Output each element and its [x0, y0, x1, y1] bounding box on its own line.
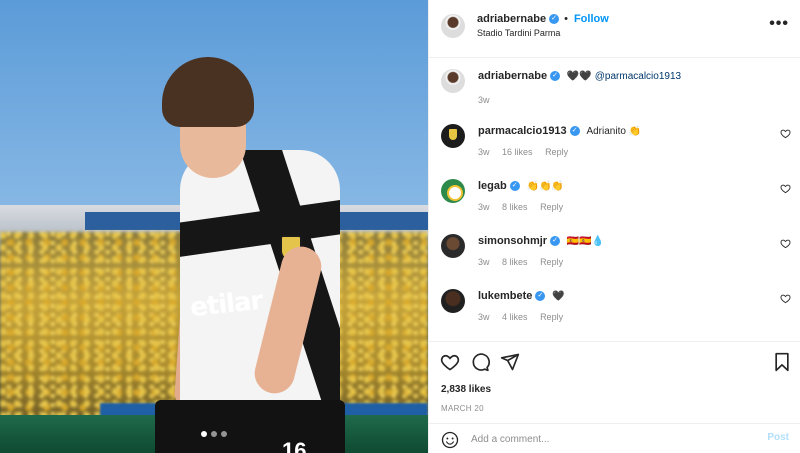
- caption-line: adriabernabe ✓ 🖤🖤 @parmacalcio1913: [478, 70, 681, 82]
- location-link[interactable]: Stadio Tardini Parma: [477, 28, 560, 38]
- caption: adriabernabe ✓ 🖤🖤 @parmacalcio1913 3w: [429, 58, 800, 110]
- avatar[interactable]: [441, 234, 465, 258]
- caption-mention[interactable]: @parmacalcio1913: [595, 71, 681, 82]
- verified-badge-icon: ✓: [550, 71, 561, 82]
- heart-icon[interactable]: [440, 352, 460, 372]
- comment-line: parmacalcio1913 ✓ Adrianito 👏: [478, 125, 641, 137]
- header-separator: •: [564, 13, 568, 25]
- follow-button[interactable]: Follow: [574, 13, 609, 25]
- comment-text: 🖤: [552, 291, 565, 302]
- avatar[interactable]: [441, 14, 465, 38]
- comment-time[interactable]: 3w: [478, 147, 490, 157]
- player-hair: [162, 57, 254, 127]
- comment-text: 🇪🇸🇪🇸💧: [566, 236, 605, 247]
- reply-button[interactable]: Reply: [545, 147, 568, 157]
- reply-button[interactable]: Reply: [540, 312, 563, 322]
- carousel-dot-3[interactable]: [221, 431, 227, 437]
- caption-time[interactable]: 3w: [478, 95, 490, 105]
- shorts-number: 16: [282, 438, 307, 453]
- post-date: MARCH 20: [441, 404, 484, 413]
- comment-username[interactable]: parmacalcio1913: [478, 125, 567, 137]
- avatar[interactable]: [441, 179, 465, 203]
- comment-meta: 3w 4 likes Reply: [478, 312, 573, 322]
- header-username[interactable]: adriabernabe: [477, 13, 546, 25]
- comment-time[interactable]: 3w: [478, 257, 490, 267]
- heart-icon[interactable]: [780, 238, 791, 249]
- verified-badge-icon: ✓: [550, 236, 561, 247]
- comment-likes[interactable]: 16 likes: [502, 147, 533, 157]
- caption-username[interactable]: adriabernabe: [478, 70, 547, 82]
- list-item: legab ✓ 👏👏👏 3w 8 likes Reply: [429, 168, 800, 220]
- verified-badge-icon: ✓: [535, 291, 546, 302]
- more-horizontal-icon[interactable]: •••: [769, 15, 789, 33]
- comment-time[interactable]: 3w: [478, 312, 490, 322]
- verified-badge-icon: ✓: [569, 126, 580, 137]
- comment-likes[interactable]: 4 likes: [502, 312, 528, 322]
- comment-icon[interactable]: [470, 352, 490, 372]
- comments-list[interactable]: adriabernabe ✓ 🖤🖤 @parmacalcio1913 3w parm…: [429, 58, 800, 341]
- bookmark-icon[interactable]: [772, 352, 792, 372]
- caption-meta: 3w: [478, 95, 500, 105]
- post-side-panel: adriabernabe ✓ • Follow Stadio Tardini Parm…: [428, 0, 800, 453]
- comment-likes[interactable]: 8 likes: [502, 202, 528, 212]
- header-user-line: adriabernabe ✓ • Follow: [477, 13, 609, 25]
- list-item: simonsohmjr ✓ 🇪🇸🇪🇸💧 3w 8 likes Reply: [429, 223, 800, 275]
- comment-username[interactable]: lukembete: [478, 290, 532, 302]
- reply-button[interactable]: Reply: [540, 202, 563, 212]
- heart-icon[interactable]: [780, 128, 791, 139]
- carousel-dot-1[interactable]: [201, 431, 207, 437]
- verified-badge-icon: ✓: [549, 14, 560, 25]
- comment-line: legab ✓ 👏👏👏: [478, 180, 564, 192]
- heart-icon[interactable]: [780, 293, 791, 304]
- list-item: lukembete ✓ 🖤 3w 4 likes Reply: [429, 278, 800, 330]
- comment-input[interactable]: [471, 430, 751, 448]
- share-icon[interactable]: [500, 352, 520, 372]
- comment-username[interactable]: legab: [478, 180, 507, 192]
- player-shorts: [155, 400, 345, 453]
- comment-username[interactable]: simonsohmjr: [478, 235, 547, 247]
- comment-meta: 3w 8 likes Reply: [478, 257, 573, 267]
- comment-line: lukembete ✓ 🖤: [478, 290, 565, 302]
- comment-meta: 3w 8 likes Reply: [478, 202, 573, 212]
- photo-player: etilar 16: [150, 55, 350, 453]
- carousel-dot-2[interactable]: [211, 431, 217, 437]
- add-comment-bar: Post: [429, 423, 800, 453]
- comment-text: Adrianito 👏: [586, 126, 642, 137]
- avatar[interactable]: [441, 124, 465, 148]
- post-button[interactable]: Post: [767, 432, 789, 443]
- heart-icon[interactable]: [780, 183, 791, 194]
- comment-meta: 3w 16 likes Reply: [478, 147, 578, 157]
- post-header: adriabernabe ✓ • Follow Stadio Tardini Parm…: [429, 0, 800, 58]
- emoji-icon[interactable]: [441, 431, 459, 449]
- caption-text: 🖤🖤: [566, 71, 592, 82]
- carousel-dots: [0, 431, 428, 437]
- avatar[interactable]: [441, 69, 465, 93]
- avatar[interactable]: [441, 289, 465, 313]
- reply-button[interactable]: Reply: [540, 257, 563, 267]
- comment-time[interactable]: 3w: [478, 202, 490, 212]
- comment-line: simonsohmjr ✓ 🇪🇸🇪🇸💧: [478, 235, 604, 247]
- verified-badge-icon: ✓: [509, 181, 520, 192]
- comment-likes[interactable]: 8 likes: [502, 257, 528, 267]
- like-count[interactable]: 2,838 likes: [441, 384, 491, 395]
- comment-text: 👏👏👏: [526, 181, 564, 192]
- post-photo[interactable]: etilar 16: [0, 0, 428, 453]
- list-item: parmacalcio1913 ✓ Adrianito 👏 3w 16 likes…: [429, 113, 800, 165]
